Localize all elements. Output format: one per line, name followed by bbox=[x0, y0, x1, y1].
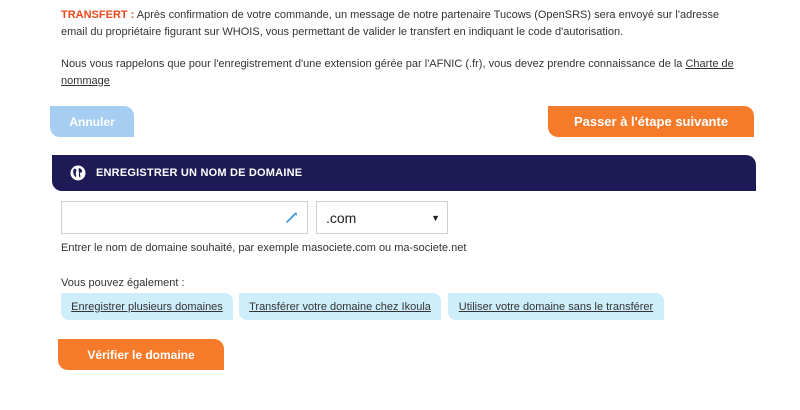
verify-domain-button[interactable]: Vérifier le domaine bbox=[58, 339, 224, 370]
next-step-button[interactable]: Passer à l'étape suivante bbox=[548, 106, 754, 137]
extension-selected-value: .com bbox=[326, 209, 357, 226]
transfer-lead: TRANSFERT : bbox=[61, 9, 135, 21]
globe-icon bbox=[70, 165, 86, 181]
afnic-text: Nous vous rappelons que pour l'enregistr… bbox=[61, 58, 686, 70]
transfer-domain-button[interactable]: Transférer votre domaine chez Ikoula bbox=[239, 293, 441, 320]
register-multiple-domains-button[interactable]: Enregistrer plusieurs domaines bbox=[61, 293, 233, 320]
panel-title: ENREGISTRER UN NOM DE DOMAINE bbox=[96, 167, 303, 179]
transfer-notice: TRANSFERT : Après confirmation de votre … bbox=[61, 7, 741, 89]
transfer-text: Après confirmation de votre commande, un… bbox=[61, 9, 720, 38]
domain-hint: Entrer le nom de domaine souhaité, par e… bbox=[61, 242, 467, 254]
pen-icon bbox=[285, 210, 299, 224]
extension-select[interactable]: .com ▼ bbox=[316, 201, 448, 234]
domain-input-box[interactable] bbox=[61, 201, 308, 234]
use-domain-without-transfer-button[interactable]: Utiliser votre domaine sans le transfére… bbox=[448, 293, 664, 320]
domain-name-input[interactable] bbox=[68, 203, 282, 234]
cancel-button[interactable]: Annuler bbox=[50, 106, 134, 137]
afnic-paragraph: Nous vous rappelons que pour l'enregistr… bbox=[61, 56, 741, 89]
transfer-paragraph: TRANSFERT : Après confirmation de votre … bbox=[61, 7, 741, 40]
dropdown-arrow-icon: ▼ bbox=[431, 212, 440, 223]
register-domain-header: ENREGISTRER UN NOM DE DOMAINE bbox=[52, 155, 756, 191]
alternatives-label: Vous pouvez également : bbox=[61, 277, 185, 289]
